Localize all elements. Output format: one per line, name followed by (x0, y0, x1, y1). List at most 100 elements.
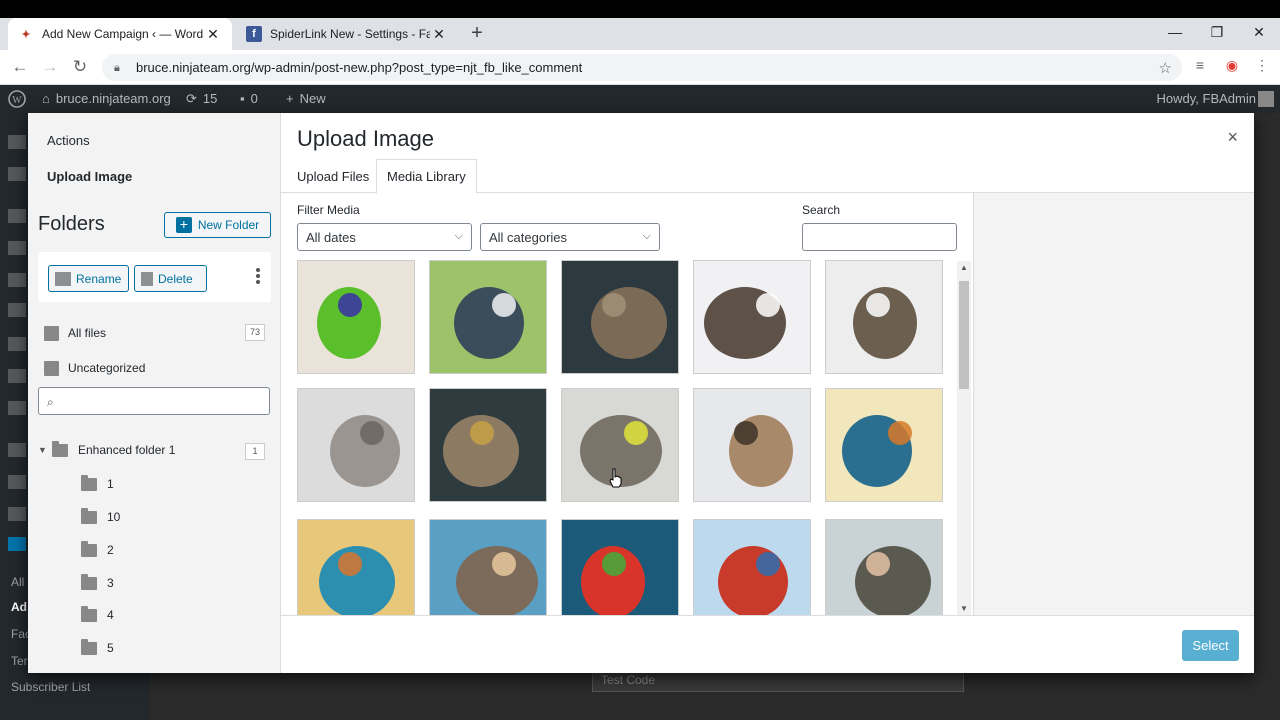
browser-tabbar: ✦ Add New Campaign ‹ — WordPr ✕ f Spider… (0, 18, 1280, 50)
media-thumbnail[interactable] (825, 519, 943, 615)
menu-icon[interactable] (8, 369, 26, 383)
caret-down-icon[interactable]: ▼ (38, 445, 52, 455)
media-thumbnail[interactable] (297, 388, 415, 502)
all-files-item[interactable]: All files (44, 323, 106, 343)
folder-tree-item[interactable]: 5 (81, 638, 114, 655)
media-frame-menu: Actions Upload Image Folders + New Folde… (28, 113, 281, 673)
folder-tree-item[interactable]: 2 (81, 540, 114, 557)
more-options-icon[interactable] (256, 268, 260, 286)
folder-tree-item[interactable]: ▼ Enhanced folder 1 (38, 440, 176, 457)
close-tab-icon[interactable]: ✕ (204, 26, 222, 43)
restore-button[interactable]: ❐ (1196, 18, 1238, 46)
forward-arrow-icon[interactable]: → (38, 56, 62, 80)
menu-icon[interactable] (8, 303, 26, 317)
media-thumbnail[interactable] (561, 260, 679, 374)
extension-icon[interactable]: ◉ (1222, 57, 1242, 74)
folder-label: 1 (107, 477, 114, 491)
menu-icon[interactable] (8, 475, 26, 489)
tab-upload-files[interactable]: Upload Files (287, 159, 379, 194)
category-filter-value: All categories (489, 229, 568, 245)
updates-link[interactable]: ⟳ 15 (186, 85, 217, 113)
media-thumbnail[interactable] (429, 260, 547, 374)
menu-icon[interactable] (8, 241, 26, 255)
new-content-link[interactable]: + New (286, 85, 326, 113)
chevron-down-icon: ⌵ (642, 230, 651, 242)
menu-icon[interactable] (8, 273, 26, 287)
close-window-button[interactable]: ✕ (1238, 18, 1280, 46)
submenu-label[interactable]: Subscriber List (11, 680, 90, 694)
category-filter-select[interactable]: All categories ⌵ (480, 223, 660, 251)
menu-icon[interactable] (8, 507, 26, 521)
media-thumbnail[interactable] (825, 388, 943, 502)
media-thumbnail[interactable] (693, 388, 811, 502)
reload-icon[interactable]: ↻ (68, 56, 92, 80)
new-label: New (299, 91, 326, 106)
media-thumbnail[interactable] (297, 519, 415, 615)
rename-button[interactable]: Rename (48, 265, 129, 292)
wordpress-favicon-icon: ✦ (21, 28, 31, 41)
folder-tree-item[interactable]: 3 (81, 573, 114, 590)
submenu-label[interactable]: Ad (11, 600, 27, 614)
back-arrow-icon[interactable]: ← (8, 56, 32, 80)
folder-tree-item[interactable]: 10 (81, 507, 120, 524)
date-filter-select[interactable]: All dates ⌵ (297, 223, 472, 251)
menu-icon[interactable] (8, 443, 26, 457)
plus-icon: + (286, 91, 294, 106)
media-thumbnail[interactable] (693, 519, 811, 615)
media-search-input[interactable] (802, 223, 957, 251)
folder-search-input[interactable]: ⌕ (38, 387, 270, 415)
thumbnail-image (298, 389, 414, 501)
close-tab-icon[interactable]: ✕ (430, 26, 448, 43)
attachments-grid (281, 259, 973, 615)
delete-button[interactable]: Delete (134, 265, 207, 292)
menu-actions[interactable]: Actions (47, 133, 90, 148)
new-tab-button[interactable]: + (466, 23, 488, 45)
media-thumbnail[interactable] (429, 388, 547, 502)
media-thumbnail[interactable] (429, 519, 547, 615)
folder-tree-item[interactable]: 1 (81, 474, 114, 491)
media-thumbnail[interactable] (825, 260, 943, 374)
close-icon[interactable]: × (1227, 127, 1238, 148)
screen: ✦ Add New Campaign ‹ — WordPr ✕ f Spider… (0, 0, 1280, 720)
media-thumbnail[interactable] (297, 260, 415, 374)
files-icon (44, 325, 59, 341)
search-label: Search (802, 203, 841, 217)
browser-tab-active[interactable]: ✦ Add New Campaign ‹ — WordPr ✕ (8, 18, 232, 50)
scroll-down-icon[interactable]: ▼ (960, 604, 968, 613)
dashboard-icon[interactable] (8, 135, 26, 149)
tab-media-library[interactable]: Media Library (376, 159, 477, 194)
menu-kebab-icon[interactable]: ⋮ (1252, 57, 1272, 74)
folder-label: 2 (107, 543, 114, 557)
menu-icon[interactable] (8, 337, 26, 351)
browser-tab-inactive[interactable]: f SpiderLink New - Settings - Face ✕ (236, 18, 458, 50)
media-thumbnail[interactable] (561, 519, 679, 615)
tab-title: SpiderLink New - Settings - Face (270, 27, 430, 41)
menu-upload-image[interactable]: Upload Image (47, 169, 132, 184)
chevron-down-icon: ⌵ (454, 230, 463, 242)
new-folder-button[interactable]: + New Folder (164, 212, 271, 238)
minimize-button[interactable]: — (1154, 18, 1196, 46)
wordpress-logo-icon[interactable]: W (8, 85, 26, 113)
playlist-icon[interactable]: ≡ (1190, 57, 1210, 73)
media-thumbnail[interactable] (693, 260, 811, 374)
scrollbar-thumb[interactable] (959, 281, 969, 389)
folder-tree-item[interactable]: 4 (81, 605, 114, 622)
select-button[interactable]: Select (1182, 630, 1239, 661)
howdy-text[interactable]: Howdy, FBAdmin (1157, 85, 1256, 113)
avatar[interactable] (1258, 91, 1274, 107)
address-bar[interactable]: 🔒︎ bruce.ninjateam.org/wp-admin/post-new… (102, 54, 1182, 81)
folder-label: Enhanced folder 1 (78, 443, 176, 457)
comments-link[interactable]: ▪ 0 (240, 85, 258, 113)
grid-scrollbar[interactable]: ▲ ▼ (957, 261, 971, 615)
submenu-label[interactable]: All (11, 575, 24, 589)
menu-icon[interactable] (8, 167, 26, 181)
bookmark-star-icon[interactable]: ☆ (1159, 59, 1172, 77)
admin-site-link[interactable]: ⌂ bruce.ninjateam.org (42, 85, 171, 113)
menu-icon[interactable] (8, 209, 26, 223)
active-menu-icon[interactable] (8, 537, 26, 551)
wp-admin-bar: W ⌂ bruce.ninjateam.org ⟳ 15 ▪ 0 + New H… (0, 85, 1280, 113)
submenu-label[interactable]: Ter (11, 654, 28, 668)
menu-icon[interactable] (8, 401, 26, 415)
uncategorized-item[interactable]: Uncategorized (44, 358, 145, 378)
scroll-up-icon[interactable]: ▲ (960, 263, 968, 272)
